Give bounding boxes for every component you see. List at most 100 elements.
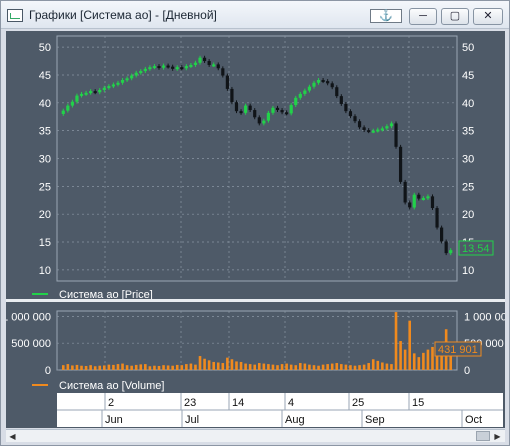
candle-body: [125, 78, 129, 81]
candle-body: [421, 198, 425, 201]
volume-bar: [276, 365, 279, 370]
candle-body: [275, 107, 280, 111]
chart-app-icon: [7, 9, 23, 22]
volume-bar: [71, 365, 74, 370]
panel-separator[interactable]: [6, 299, 505, 302]
candle-body: [394, 123, 398, 147]
volume-bar: [299, 363, 302, 370]
candle-body: [143, 68, 147, 72]
chart-window: Графики [Система ао] - [Дневной] ⚓ ─ ▢ ✕…: [0, 0, 510, 446]
volume-bar: [394, 312, 398, 370]
date-axis-day-label: 25: [352, 397, 364, 409]
candle-body: [280, 110, 284, 113]
volume-bar: [194, 364, 197, 370]
candle-body: [307, 86, 312, 91]
volume-bar: [93, 366, 97, 370]
candle-body: [161, 65, 166, 68]
price-y-tick-left: 30: [39, 154, 51, 166]
volume-bar: [212, 361, 215, 370]
candle-body: [61, 110, 65, 114]
volume-bar: [285, 363, 288, 370]
date-axis-day-label: 4: [288, 397, 294, 409]
candle-body: [303, 90, 307, 94]
candle-body: [111, 84, 116, 87]
volume-bar: [112, 364, 115, 370]
date-axis-day-label: 2: [108, 397, 114, 409]
volume-bar: [98, 365, 102, 370]
date-axis-month-label: Oct: [465, 414, 482, 426]
volume-bar: [271, 364, 275, 370]
volume-bar: [221, 363, 225, 370]
volume-bar: [280, 364, 284, 370]
volume-bar: [134, 364, 138, 370]
price-y-tick-right: 30: [462, 154, 474, 166]
volume-bar: [321, 364, 325, 370]
volume-bar: [235, 361, 238, 370]
volume-y-tick-right: 1 000 000: [464, 311, 505, 323]
title-bar[interactable]: Графики [Система ао] - [Дневной] ⚓ ─ ▢ ✕: [1, 1, 509, 29]
price-y-tick-left: 50: [39, 42, 51, 54]
volume-bar: [417, 357, 421, 370]
chart-area[interactable]: 101520253035404550 101520253035404550 13…: [2, 31, 510, 428]
candle-body: [107, 86, 111, 89]
minimize-button[interactable]: ─: [409, 8, 437, 25]
date-axis-day-label: 14: [232, 397, 244, 409]
candle-body: [157, 66, 161, 69]
price-y-tick-right: 40: [462, 98, 474, 110]
volume-bar: [257, 363, 261, 370]
volume-bar: [125, 365, 129, 370]
window-title: Графики [Система ао] - [Дневной]: [29, 8, 217, 22]
volume-bar: [61, 365, 65, 370]
volume-bar: [362, 364, 366, 370]
candle-body: [120, 79, 125, 83]
scroll-thumb[interactable]: [476, 431, 490, 441]
candle-body: [221, 68, 225, 76]
close-button[interactable]: ✕: [473, 8, 503, 25]
volume-bar: [385, 363, 389, 370]
volume-bar: [84, 365, 88, 370]
candle-body: [435, 208, 439, 228]
volume-bar: [344, 364, 348, 370]
last-volume-label: 431 901: [438, 344, 478, 356]
volume-bar: [431, 346, 434, 370]
volume-bar: [66, 364, 70, 370]
candle-body: [408, 202, 412, 208]
volume-bar: [189, 363, 193, 370]
volume-bar: [107, 364, 111, 370]
price-y-tick-left: 20: [39, 209, 51, 221]
price-y-tick-right: 35: [462, 126, 474, 138]
date-axis-day-label: 23: [184, 397, 196, 409]
candle-body: [398, 146, 403, 182]
candle-body: [289, 105, 293, 114]
candle-body: [166, 65, 170, 68]
volume-bar: [371, 359, 375, 370]
candle-body: [198, 57, 202, 63]
volume-bar: [330, 363, 334, 370]
volume-legend-label: Система ао [Volume]: [59, 380, 164, 392]
volume-bar: [153, 365, 156, 370]
volume-y-tick-left: 1 000 000: [6, 311, 51, 323]
candle-body: [234, 102, 239, 112]
volume-bar: [340, 364, 343, 370]
anchor-pin-button[interactable]: ⚓: [370, 9, 402, 23]
price-y-tick-right: 10: [462, 265, 474, 277]
scroll-left-arrow-icon[interactable]: ◀: [7, 431, 18, 442]
candle-body: [385, 126, 389, 129]
candle-body: [70, 101, 74, 106]
candle-body: [139, 71, 143, 74]
candle-body: [66, 105, 70, 111]
candle-body: [75, 95, 79, 102]
volume-bar: [262, 363, 266, 370]
candle-body: [344, 103, 348, 112]
candle-body: [326, 81, 330, 84]
chart-canvas[interactable]: 101520253035404550 101520253035404550 13…: [2, 31, 510, 428]
candle-body: [426, 196, 430, 199]
volume-y-tick-left: 500 000: [11, 338, 51, 350]
horizontal-scrollbar[interactable]: ◀ ▶: [6, 429, 505, 442]
candle-body: [180, 67, 184, 70]
scroll-right-arrow-icon[interactable]: ▶: [492, 431, 503, 442]
candle-body: [193, 62, 198, 65]
maximize-button[interactable]: ▢: [441, 8, 469, 25]
volume-bar: [403, 349, 407, 370]
candle-body: [371, 130, 375, 133]
